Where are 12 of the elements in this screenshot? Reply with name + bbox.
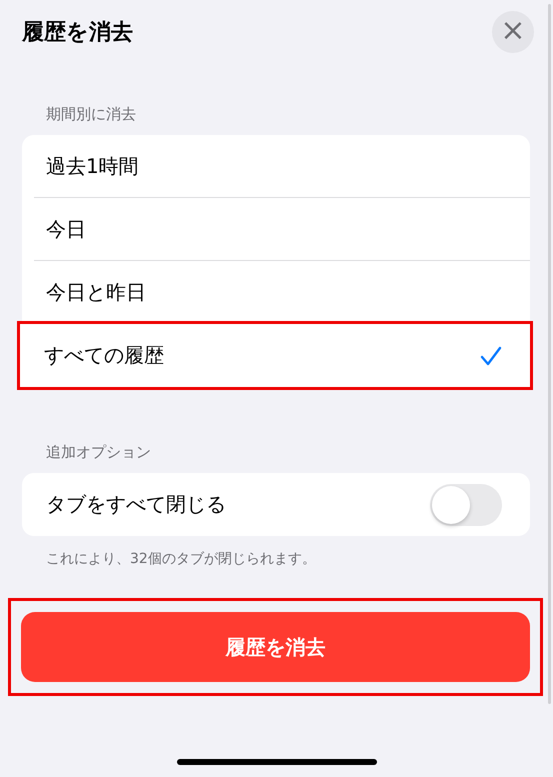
close-button[interactable]: × xyxy=(492,11,534,53)
sheet-title: 履歴を消去 xyxy=(22,19,133,47)
period-option[interactable]: 過去1時間 xyxy=(34,135,530,198)
checkmark-icon xyxy=(480,346,502,366)
toggle-switch[interactable] xyxy=(430,484,502,526)
toggle-label: タブをすべて閉じる xyxy=(46,491,226,518)
section-label: 期間別に消去 xyxy=(46,105,136,124)
footnote: これにより、32個のタブが閉じられます。 xyxy=(46,550,316,568)
clear-history-button[interactable]: 履歴を消去 xyxy=(21,612,530,682)
section-label: 追加オプション xyxy=(46,443,151,462)
period-option[interactable]: すべての履歴 xyxy=(32,324,530,387)
period-option[interactable]: 今日 xyxy=(34,198,530,261)
